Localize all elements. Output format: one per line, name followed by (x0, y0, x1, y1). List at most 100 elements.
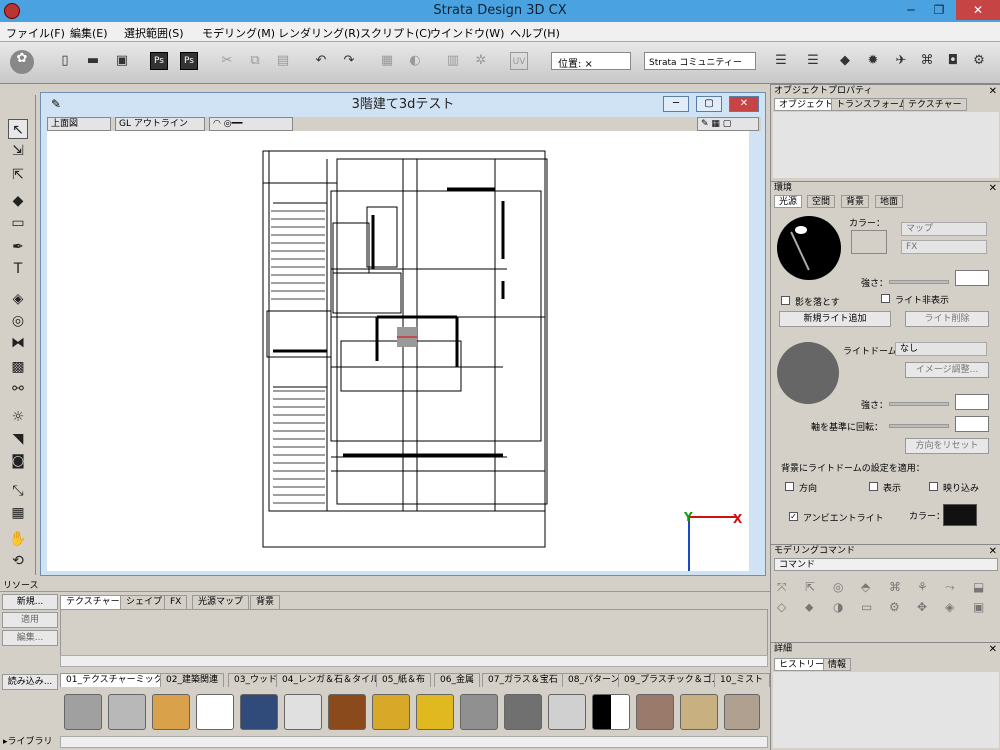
lines-icon-2[interactable]: ☰ (804, 52, 822, 70)
save-icon[interactable]: ▣ (113, 52, 131, 70)
close-icon[interactable]: ✕ (989, 643, 997, 656)
cmd-icon-15[interactable]: ◈ (945, 600, 954, 614)
swatch-12[interactable] (548, 694, 586, 730)
tab-space[interactable]: 空間 (807, 195, 836, 208)
community-dropdown[interactable]: Strata コミュニティー (644, 52, 756, 70)
new-resource-button[interactable]: 新規... (2, 594, 58, 610)
hand-icon[interactable]: ✋ (8, 529, 28, 549)
cmd-icon-2[interactable]: ⇱ (805, 580, 815, 594)
group-icon[interactable]: ▦ (378, 52, 396, 70)
direct-select-icon[interactable]: ⇲ (8, 141, 28, 161)
reflection-checkbox[interactable] (929, 482, 938, 491)
close-icon[interactable]: ✕ (989, 182, 997, 195)
viewport-canvas[interactable]: Y X (47, 131, 749, 571)
cmd-icon-4[interactable]: ⬘ (861, 580, 870, 594)
menu-file[interactable]: ファイル(F) (6, 25, 65, 41)
tab-object[interactable]: オブジェクト (774, 98, 839, 111)
tab-lightmap[interactable]: 光源マップ (192, 595, 250, 609)
open-folder-icon[interactable]: ▬ (84, 52, 102, 70)
bone-icon[interactable]: ⚯ (8, 379, 28, 399)
doc-restore-button[interactable]: ▢ (696, 96, 722, 112)
paste-icon[interactable]: ▤ (274, 52, 292, 70)
lib-tab-04[interactable]: 04_レンガ＆石＆タイル (276, 673, 385, 687)
cmd-icon-6[interactable]: ⚘ (917, 580, 928, 594)
extrude-icon[interactable]: ◈ (8, 289, 28, 309)
light-color-swatch[interactable] (851, 230, 887, 254)
cut-icon[interactable]: ✂ (218, 52, 236, 70)
direction-checkbox[interactable] (785, 482, 794, 491)
rotate-slider[interactable] (889, 424, 949, 428)
redo-icon[interactable]: ↷ (340, 52, 358, 70)
close-icon[interactable]: ✕ (989, 85, 997, 98)
tab-history[interactable]: ヒストリー (774, 658, 830, 671)
delete-light-button[interactable]: ライト削除 (905, 311, 989, 327)
cmd-icon-14[interactable]: ✥ (917, 600, 927, 614)
cmd-icon-10[interactable]: ⬥ (805, 600, 813, 615)
menu-window[interactable]: ウインドウ(W) (430, 25, 504, 41)
align-icon[interactable]: ▥ (444, 52, 462, 70)
edit-resource-button[interactable]: 編集... (2, 630, 58, 646)
lib-tab-10[interactable]: 10_ミスト＆フ (714, 673, 770, 687)
minimize-button[interactable]: ─ (896, 0, 926, 20)
lib-tab-03[interactable]: 03_ウッド (228, 673, 283, 687)
position-field[interactable]: 位置: × (551, 52, 631, 70)
light-strength-slider[interactable] (889, 280, 949, 284)
pen-tool-icon[interactable]: ✒ (8, 237, 28, 257)
light-dome-sphere[interactable] (777, 342, 839, 404)
select-arrow-icon[interactable]: ↖ (8, 119, 28, 139)
zoom-slider[interactable]: ◠ ◎━━ (209, 117, 293, 131)
swatch-3[interactable] (152, 694, 190, 730)
light-bulb-icon[interactable]: ☼ (8, 407, 28, 427)
settings-icon[interactable]: ⚙ (970, 52, 988, 70)
undo-icon[interactable]: ↶ (312, 52, 330, 70)
map-dropdown[interactable]: マップ (901, 222, 987, 236)
camera-tool-icon[interactable]: ◙ (8, 451, 28, 471)
mesh-icon[interactable]: ▩ (8, 357, 28, 377)
display-checkbox[interactable] (869, 482, 878, 491)
lines-icon-1[interactable]: ☰ (772, 52, 790, 70)
swatch-6[interactable] (284, 694, 322, 730)
light-strength-field[interactable] (955, 270, 989, 286)
dome-strength-field[interactable] (955, 394, 989, 410)
light-dome-dropdown[interactable]: なし (895, 342, 987, 356)
tab-shape[interactable]: シェイプ (120, 595, 169, 609)
cmd-icon-9[interactable]: ◇ (777, 600, 786, 614)
tab-texture[interactable]: テクスチャー (60, 595, 126, 609)
menu-select[interactable]: 選択範囲(S) (124, 25, 184, 41)
resource-scrollbar[interactable] (60, 655, 768, 667)
lib-tab-08[interactable]: 08_パターン (562, 673, 626, 687)
tab-info[interactable]: 情報 (823, 658, 852, 671)
dome-strength-slider[interactable] (889, 402, 949, 406)
swatch-5[interactable] (240, 694, 278, 730)
swatch-13[interactable] (592, 694, 630, 730)
lib-tab-02[interactable]: 02_建築関連 (160, 673, 224, 687)
swatch-16[interactable] (724, 694, 760, 730)
transform-icon[interactable]: ⇱ (8, 165, 28, 185)
cast-shadow-checkbox[interactable] (781, 296, 790, 305)
tab-env-background[interactable]: 背景 (841, 195, 870, 208)
close-icon[interactable]: ✕ (989, 545, 997, 558)
cmd-icon-13[interactable]: ⚙ (889, 600, 900, 614)
lib-tab-07[interactable]: 07_ガラス＆宝石 (482, 673, 564, 687)
copy-icon[interactable]: ⧉ (246, 52, 264, 70)
load-button[interactable]: 読み込み... (2, 674, 58, 690)
uv-icon[interactable]: UV (510, 52, 528, 70)
photoshop-import-icon[interactable]: Ps (180, 52, 198, 70)
history-list[interactable] (773, 672, 999, 748)
render-mode-dropdown[interactable]: GL アウトライン (115, 117, 205, 131)
text-tool-icon[interactable]: T (8, 259, 28, 279)
camera-icon[interactable]: ◘ (944, 52, 962, 70)
plane-icon[interactable]: ✈ (892, 52, 910, 70)
snap-icon[interactable]: ✲ (472, 52, 490, 70)
light-direction-sphere[interactable] (777, 216, 841, 280)
rect-tool-icon[interactable]: ▭ (8, 213, 28, 233)
fx-dropdown[interactable]: FX (901, 240, 987, 254)
cmd-icon-16[interactable]: ▣ (973, 600, 984, 614)
swatch-4[interactable] (196, 694, 234, 730)
tab-ground[interactable]: 地面 (875, 195, 904, 208)
doc-close-button[interactable]: ✕ (729, 96, 759, 112)
cmd-icon-7[interactable]: ⤳ (945, 580, 955, 595)
new-file-icon[interactable]: ▯ (56, 52, 74, 70)
tab-fx[interactable]: FX (164, 595, 188, 609)
swatch-9[interactable] (416, 694, 454, 730)
